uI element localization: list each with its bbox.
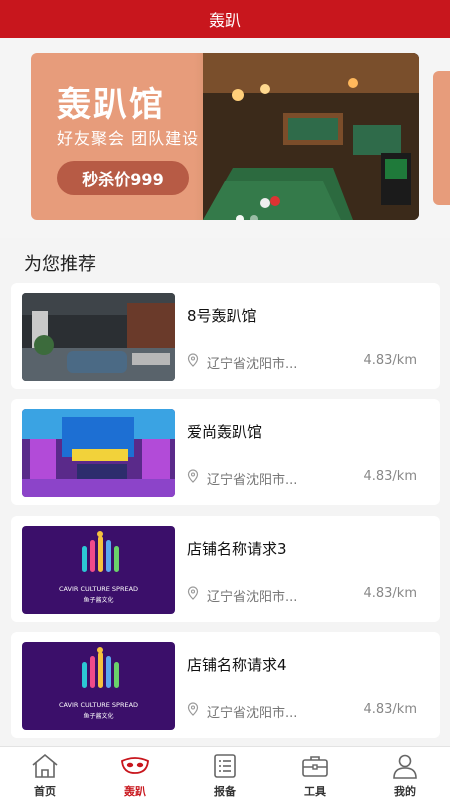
promo-price-button[interactable]: 秒杀价999 [57,161,189,195]
logo-cn: 鱼子酱文化 [83,596,113,604]
venue-address: 辽宁省沈阳市... [207,473,298,488]
venue-thumbnail: CAVIR CULTURE SPREAD 鱼子酱文化 [22,526,175,614]
promo-banner[interactable]: 轰趴馆 好友聚会 团队建设 秒杀价999 [31,53,419,220]
tab-profile[interactable]: 我的 [360,747,450,800]
venue-address: 辽宁省沈阳市... [207,706,298,721]
toolbox-icon [302,756,328,777]
carousel-dot [250,215,258,220]
mask-icon [121,757,149,774]
next-banner-peek[interactable] [433,71,450,205]
venue-distance: 4.83/km [363,586,417,601]
venue-name: 店铺名称请求4 [187,656,287,674]
tab-party[interactable]: 轰趴 [90,747,180,800]
venue-distance: 4.83/km [363,353,417,368]
venue-address: 辽宁省沈阳市... [207,590,298,605]
logo-wordmark: CAVIR CULTURE SPREAD [59,701,138,709]
app-header: 轰趴 [0,0,450,38]
tab-tools[interactable]: 工具 [270,747,360,800]
venue-distance: 4.83/km [363,702,417,717]
banner-title: 轰趴馆 [57,85,165,125]
banner-carousel[interactable]: 轰趴馆 好友聚会 团队建设 秒杀价999 [0,38,450,238]
venue-name: 8号轰趴馆 [187,307,257,325]
bottom-tab-bar: 首页 轰趴 报备 工具 我的 [0,746,450,800]
venue-card[interactable]: 爱尚轰趴馆 辽宁省沈阳市... 4.83/km [11,399,440,505]
venue-thumbnail [22,293,175,381]
venue-name: 店铺名称请求3 [187,540,287,558]
venue-distance: 4.83/km [363,469,417,484]
location-pin-icon [187,702,199,716]
location-pin-icon [187,353,199,367]
list-icon [214,754,236,778]
venue-photo [203,53,419,220]
page-title: 轰趴 [208,11,241,30]
tab-report[interactable]: 报备 [180,747,270,800]
home-icon [32,753,58,778]
location-pin-icon [187,469,199,483]
user-icon [393,754,417,779]
tab-label: 工具 [304,785,326,798]
section-title: 为您推荐 [24,254,96,275]
venue-name: 爱尚轰趴馆 [187,423,263,441]
logo-cn: 鱼子酱文化 [83,712,113,720]
venue-thumbnail: CAVIR CULTURE SPREAD 鱼子酱文化 [22,642,175,730]
carousel-dot-active [236,215,244,220]
tab-label: 轰趴 [124,785,146,798]
tab-label: 报备 [214,785,236,798]
tab-home[interactable]: 首页 [0,747,90,800]
carousel-indicator [236,215,258,220]
tab-label: 我的 [394,785,416,798]
banner-subtitle: 好友聚会 团队建设 [57,129,200,148]
logo-wordmark: CAVIR CULTURE SPREAD [59,585,138,593]
tab-label: 首页 [34,785,56,798]
location-pin-icon [187,586,199,600]
venue-address: 辽宁省沈阳市... [207,357,298,372]
venue-card[interactable]: 8号轰趴馆 辽宁省沈阳市... 4.83/km [11,283,440,389]
venue-thumbnail [22,409,175,497]
venue-card[interactable]: CAVIR CULTURE SPREAD 鱼子酱文化 店铺名称请求3 辽宁省沈阳… [11,516,440,622]
venue-card[interactable]: CAVIR CULTURE SPREAD 鱼子酱文化 店铺名称请求4 辽宁省沈阳… [11,632,440,738]
